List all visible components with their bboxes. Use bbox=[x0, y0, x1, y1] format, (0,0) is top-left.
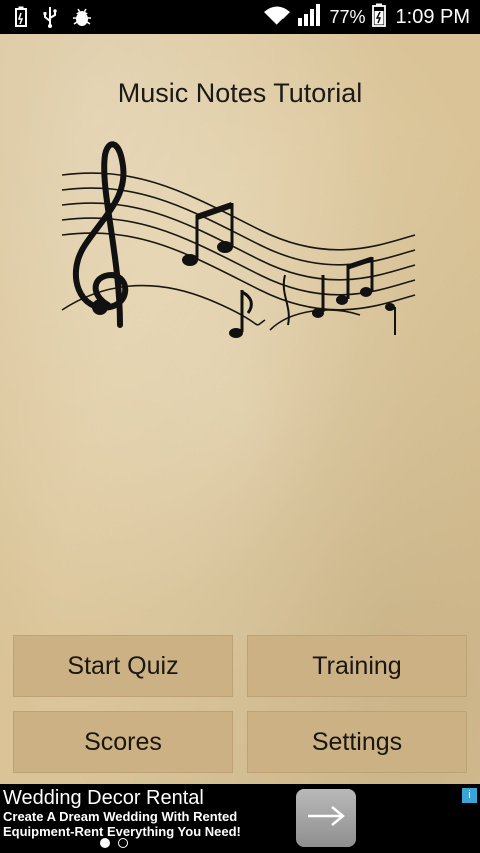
scores-button[interactable]: Scores bbox=[13, 711, 233, 773]
debug-icon bbox=[72, 6, 92, 32]
start-quiz-button[interactable]: Start Quiz bbox=[13, 635, 233, 697]
ad-description[interactable]: Create A Dream Wedding With Rented Equip… bbox=[3, 809, 283, 839]
battery-percent: 77% bbox=[329, 6, 366, 27]
usb-icon bbox=[42, 6, 58, 32]
status-bar: 77% 1:09 PM bbox=[0, 0, 480, 34]
ad-title[interactable]: Wedding Decor Rental bbox=[3, 787, 204, 810]
app-title: Music Notes Tutorial bbox=[117, 78, 363, 108]
clock: 1:09 PM bbox=[395, 5, 470, 28]
arrow-right-icon bbox=[306, 804, 346, 832]
ad-pager bbox=[100, 838, 128, 848]
ad-open-button[interactable] bbox=[296, 789, 356, 847]
pager-dot bbox=[118, 838, 128, 848]
music-notes-staff-icon bbox=[61, 141, 416, 338]
battery-saver-icon bbox=[14, 6, 28, 32]
signal-icon bbox=[297, 4, 323, 30]
battery-icon bbox=[371, 3, 386, 31]
pager-dot-active bbox=[100, 838, 110, 848]
ad-info-icon[interactable]: i bbox=[462, 788, 477, 803]
settings-button[interactable]: Settings bbox=[247, 711, 467, 773]
training-button[interactable]: Training bbox=[247, 635, 467, 697]
ad-banner[interactable]: Wedding Decor Rental Create A Dream Wedd… bbox=[0, 784, 480, 853]
wifi-icon bbox=[263, 5, 291, 29]
